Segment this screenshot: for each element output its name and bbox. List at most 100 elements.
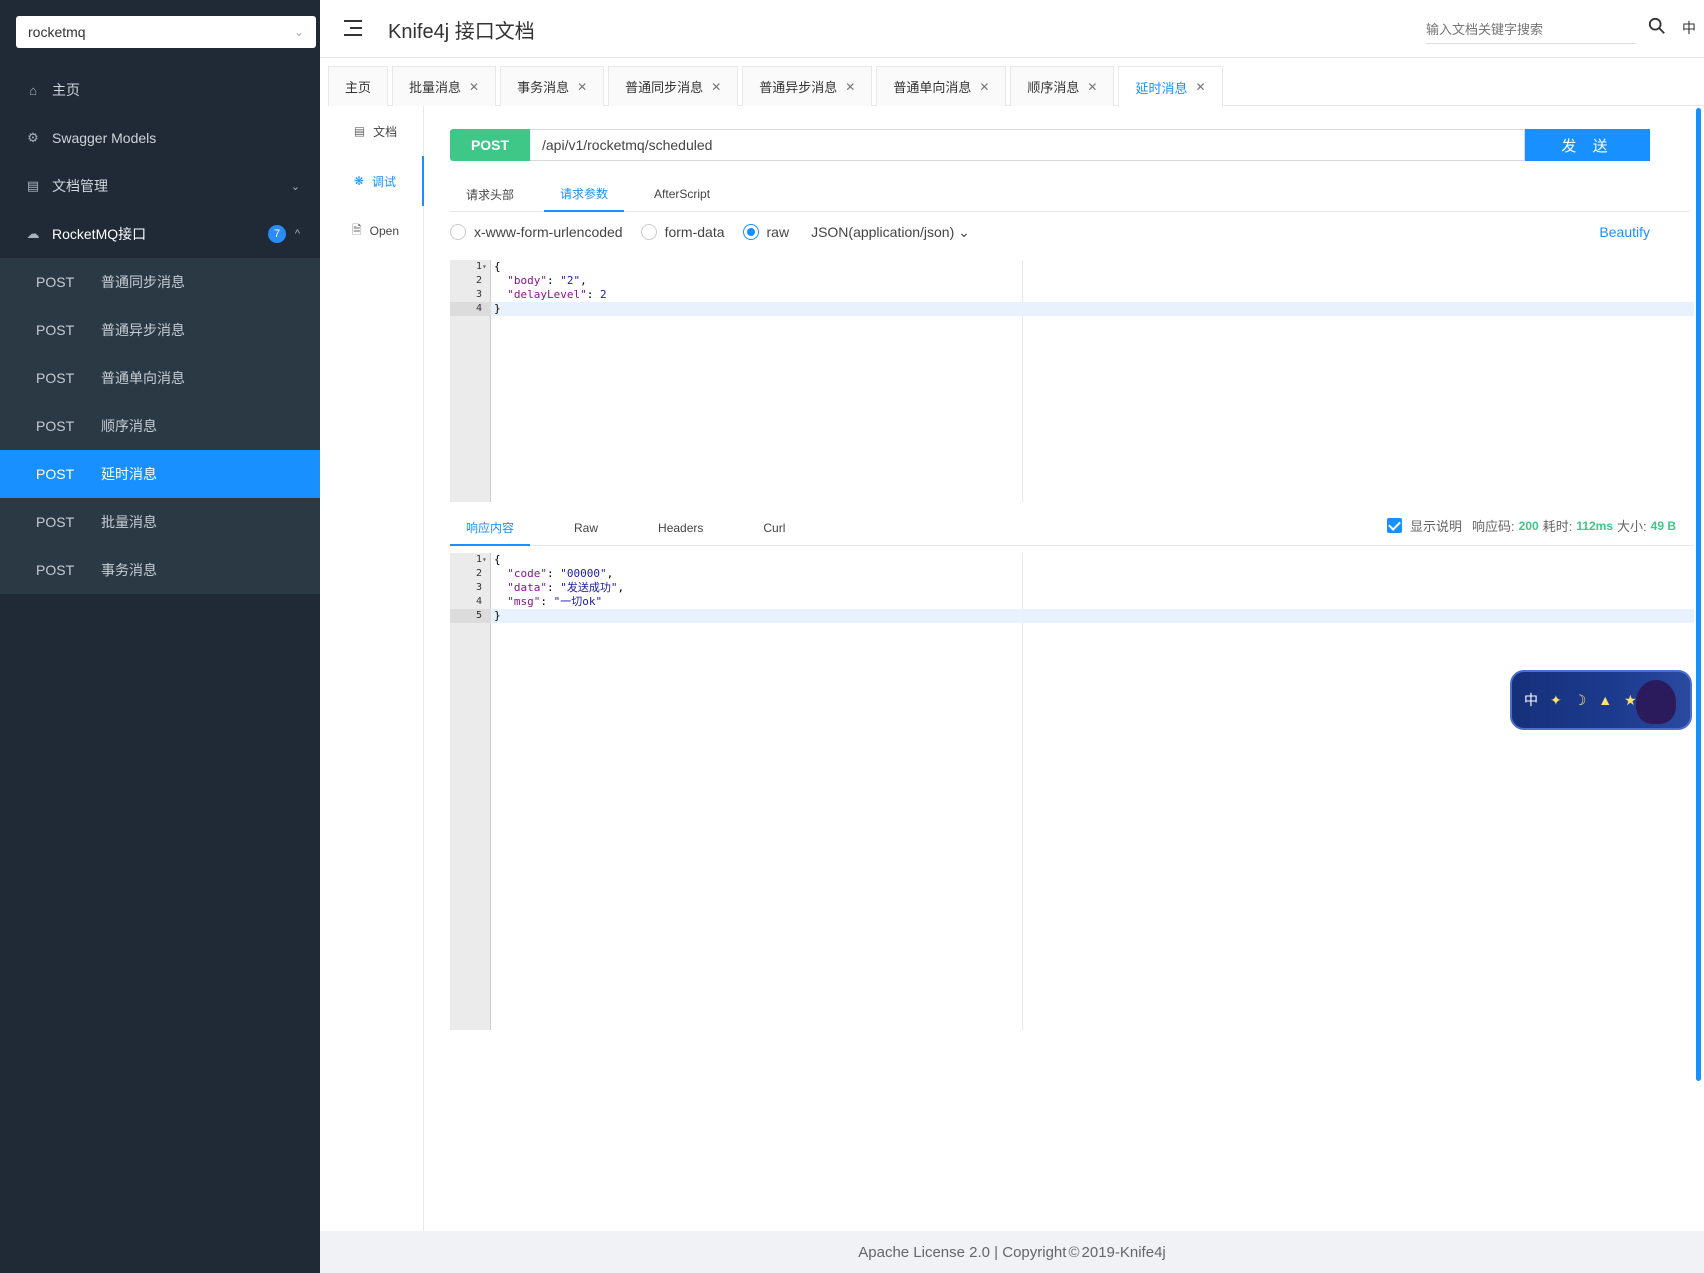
- footer-text-right: 2019-Knife4j: [1081, 1243, 1166, 1261]
- content-type-select[interactable]: JSON(application/json) ⌄: [811, 224, 970, 241]
- cloud-icon: ☁: [26, 226, 40, 241]
- fold-icon[interactable]: ▾: [482, 553, 490, 567]
- radio-form-data[interactable]: form-data: [640, 224, 725, 240]
- tab-sync[interactable]: 普通同步消息 ✕: [608, 66, 739, 106]
- api-item[interactable]: POST 普通单向消息: [0, 354, 320, 402]
- radio-circle: [640, 224, 657, 240]
- api-method: POST: [36, 370, 75, 386]
- api-item[interactable]: POST 批量消息: [0, 498, 320, 546]
- sidebar-item-doc-manage[interactable]: ▤ 文档管理 ⌄: [0, 162, 320, 210]
- api-label: 顺序消息: [101, 418, 157, 434]
- code-text: {: [494, 553, 501, 566]
- floating-widget[interactable]: 中 ✦ ☽ ▲ ★: [1510, 670, 1692, 730]
- time-label: 耗时:: [1542, 519, 1573, 534]
- close-icon[interactable]: ✕: [1087, 80, 1097, 94]
- beautify-button[interactable]: Beautify: [1599, 224, 1650, 240]
- api-method: POST: [36, 562, 75, 578]
- size-label: 大小:: [1617, 519, 1647, 534]
- doc-nav: ▤ 文档 ❋ 调试 🗎 Open: [328, 106, 424, 1231]
- doc-nav-document[interactable]: ▤ 文档: [328, 106, 423, 156]
- tab-curl[interactable]: Curl: [747, 510, 801, 546]
- tab-transaction[interactable]: 事务消息 ✕: [500, 66, 605, 106]
- api-item[interactable]: POST 事务消息: [0, 546, 320, 594]
- tab-headers[interactable]: Headers: [642, 510, 719, 546]
- code-text: "code": "00000",: [507, 567, 614, 580]
- search-box: [1426, 16, 1636, 44]
- radio-urlencoded[interactable]: x-www-form-urlencoded: [450, 224, 623, 240]
- tab-response-content[interactable]: 响应内容: [450, 510, 531, 546]
- sidebar-item-swagger-models[interactable]: ⚙ Swagger Models: [0, 114, 320, 162]
- editor-line: 2 "code": "00000",: [450, 567, 1694, 581]
- tab-label: 普通同步消息: [625, 80, 704, 95]
- chevron-down-icon: ⌄: [954, 223, 970, 240]
- api-list: POST 普通同步消息 POST 普通异步消息 POST 普通单向消息 POST…: [0, 258, 320, 594]
- api-method: POST: [36, 418, 75, 434]
- close-icon[interactable]: ✕: [845, 80, 855, 94]
- close-icon[interactable]: ✕: [711, 80, 721, 94]
- close-icon[interactable]: ✕: [1196, 80, 1206, 94]
- vertical-scrollbar[interactable]: [1696, 108, 1701, 1081]
- tab-scheduled[interactable]: 延时消息 ✕: [1118, 66, 1223, 107]
- radio-raw[interactable]: raw: [742, 224, 789, 240]
- editor-line: 3 "data": "发送成功",: [450, 581, 1694, 595]
- tab-ordered[interactable]: 顺序消息 ✕: [1010, 66, 1115, 106]
- tab-batch[interactable]: 批量消息 ✕: [392, 66, 497, 106]
- menu-toggle-icon[interactable]: [344, 19, 364, 37]
- sidebar-item-label: 主页: [52, 82, 80, 98]
- sidebar-item-home[interactable]: ⌂ 主页: [0, 66, 320, 114]
- send-button[interactable]: 发 送: [1525, 129, 1650, 161]
- api-item[interactable]: POST 顺序消息: [0, 402, 320, 450]
- search-input[interactable]: [1426, 22, 1606, 37]
- doc-nav-debug[interactable]: ❋ 调试: [328, 156, 424, 206]
- print-margin: [1022, 553, 1023, 1030]
- request-body-editor[interactable]: 1 ▾ { 2 "body": "2", 3 "delayLevel": 2 4 …: [450, 260, 1694, 502]
- api-method: POST: [36, 322, 75, 338]
- code-text: "msg": "一切ok": [507, 595, 603, 608]
- chevron-down-icon: ⌄: [290, 180, 300, 193]
- radio-circle: [450, 224, 466, 240]
- content-type-value: JSON(application/json): [811, 223, 955, 240]
- group-select[interactable]: rocketmq ⌄: [16, 16, 316, 48]
- doc-nav-open[interactable]: 🗎 Open: [328, 206, 423, 256]
- line-number: 4: [450, 302, 491, 316]
- request-tabs: 请求头部 请求参数 AfterScript: [450, 176, 1690, 212]
- editor-line: 1 ▾ {: [450, 260, 1694, 274]
- response-body-editor[interactable]: 1 ▾ { 2 "code": "00000", 3 "data": "发送成功"…: [450, 553, 1694, 1030]
- editor-line: 1 ▾ {: [450, 553, 1694, 567]
- editor-gutter: [450, 553, 491, 1030]
- api-item[interactable]: POST 普通异步消息: [0, 306, 320, 354]
- radio-circle-selected: [742, 224, 759, 240]
- api-item[interactable]: POST 普通同步消息: [0, 258, 320, 306]
- fold-icon[interactable]: ▾: [482, 260, 490, 274]
- tab-label: 事务消息: [517, 80, 570, 95]
- doc-nav-label: 文档: [373, 124, 398, 139]
- shirt-icon: ▲: [1598, 692, 1613, 708]
- code-text: }: [494, 302, 501, 315]
- show-desc-checkbox[interactable]: [1387, 518, 1403, 533]
- language-toggle[interactable]: 中: [1682, 18, 1696, 38]
- search-icon[interactable]: [1648, 17, 1666, 35]
- tab-raw[interactable]: Raw: [558, 510, 614, 546]
- line-number: 2: [475, 568, 482, 579]
- line-number: 3: [475, 582, 482, 593]
- api-item-active[interactable]: POST 延时消息: [0, 450, 320, 498]
- sidebar-item-rocketmq[interactable]: ☁ RocketMQ接口 7 ^: [0, 210, 320, 258]
- close-icon[interactable]: ✕: [979, 80, 989, 94]
- tab-request-headers[interactable]: 请求头部: [450, 176, 530, 212]
- api-label: 普通同步消息: [101, 274, 185, 290]
- tab-oneway[interactable]: 普通单向消息 ✕: [876, 66, 1007, 106]
- tab-afterscript[interactable]: AfterScript: [638, 176, 726, 212]
- chevron-down-icon: ⌄: [293, 25, 304, 39]
- page-tabs: 主页 批量消息 ✕ 事务消息 ✕ 普通同步消息 ✕ 普通异步消息 ✕ 普通单向消息 ✕ 顺…: [328, 66, 1704, 107]
- widget-lang: 中: [1524, 692, 1538, 708]
- response-time: 112ms: [1576, 518, 1614, 533]
- tab-async[interactable]: 普通异步消息 ✕: [742, 66, 873, 106]
- line-number: 1: [475, 554, 482, 565]
- line-number: 4: [475, 596, 482, 607]
- close-icon[interactable]: ✕: [469, 80, 479, 94]
- editor-line-current: 5 }: [450, 609, 1694, 623]
- tab-request-params[interactable]: 请求参数: [544, 176, 625, 212]
- url-input[interactable]: /api/v1/rocketmq/scheduled: [530, 129, 1525, 161]
- close-icon[interactable]: ✕: [577, 80, 587, 94]
- tab-home[interactable]: 主页: [328, 66, 389, 106]
